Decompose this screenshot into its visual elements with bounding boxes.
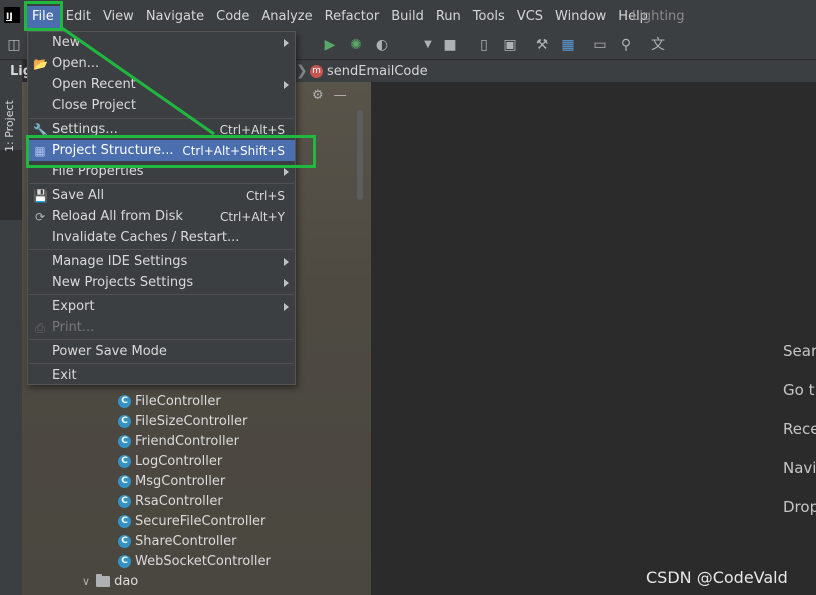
annotation-line [61,26,215,136]
annotation-arrow [61,26,215,136]
